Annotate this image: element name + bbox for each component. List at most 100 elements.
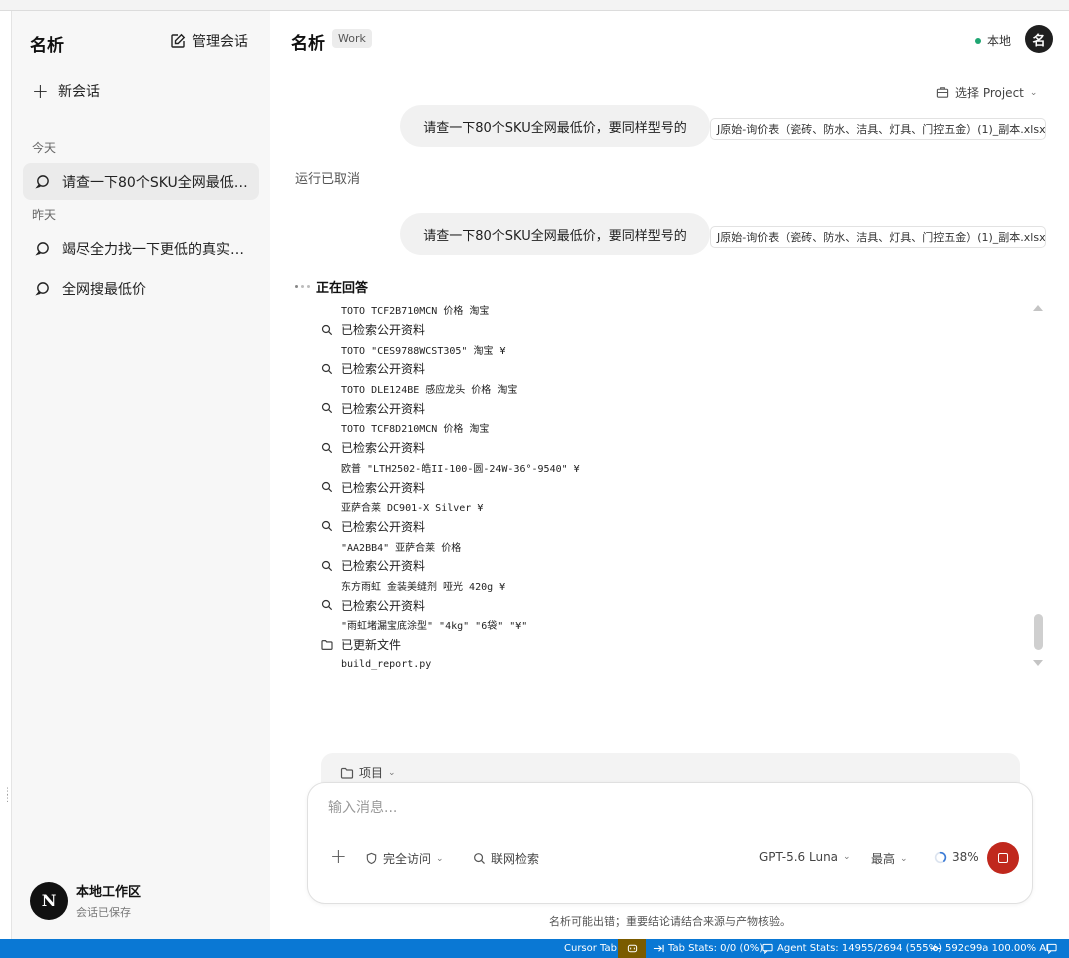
edit-icon [171, 33, 186, 48]
context-ring-icon [934, 851, 947, 863]
log-text: 已检索公开资料 [341, 598, 426, 613]
sidebar-title: 名析 [30, 36, 64, 56]
search-icon [474, 853, 485, 864]
tab-stats[interactable]: Tab Stats: 0/0 (0%) [653, 939, 763, 958]
commit-status-label: 592c99a 100.00% AI [945, 943, 1050, 954]
search-icon [321, 363, 333, 375]
log-query: 东方雨虹 金装美缝剂 哑光 420g ¥ [321, 576, 1021, 596]
scroll-up-arrow[interactable] [1033, 305, 1043, 311]
group-label-yesterday: 昨天 [32, 208, 57, 222]
log-search-step[interactable]: 已检索公开资料 [321, 595, 1021, 615]
chevron-down-icon: ⌄ [1029, 87, 1038, 98]
add-attachment-button[interactable]: + [330, 846, 347, 866]
mode-badge: Work [332, 29, 372, 48]
disclaimer: 名析可能出错；重要结论请结合来源与产物核验。 [549, 915, 791, 928]
access-mode-label: 完全访问 [383, 852, 432, 866]
log-text: "AA2BB4" 亚萨合莱 价格 [341, 542, 462, 554]
context-percent: 38% [952, 850, 979, 864]
cursor-tab-status[interactable]: Cursor Tab [564, 939, 617, 958]
chat-icon [762, 943, 773, 954]
project-tab-label: 项目 [359, 766, 384, 780]
chat-bubble-icon [35, 282, 49, 296]
activity-log: TOTO TCF2B710MCN 价格 淘宝 已检索公开资料 TOTO "CES97… [321, 300, 1021, 674]
project-select-label: 选择 Project [955, 86, 1024, 100]
scrollbar-thumb[interactable] [1034, 614, 1043, 650]
shield-icon [366, 852, 377, 865]
briefcase-icon [936, 87, 949, 98]
model-label: GPT-5.6 Luna [759, 850, 839, 864]
log-text: 已检索公开资料 [341, 519, 426, 534]
project-select[interactable]: 选择 Project ⌄ [936, 84, 1037, 101]
chat-bubble-icon [35, 242, 49, 256]
log-search-step[interactable]: 已检索公开资料 [321, 438, 1021, 458]
log-query: build_report.py [321, 654, 1021, 674]
new-chat-button[interactable]: + 新会话 [32, 81, 100, 101]
scroll-down-arrow[interactable] [1033, 660, 1043, 666]
log-text: 亚萨合莱 DC901-X Silver ¥ [341, 503, 484, 515]
plus-icon: + [32, 79, 49, 103]
log-search-step[interactable]: 已检索公开资料 [321, 556, 1021, 576]
arrow-right-icon [653, 944, 664, 953]
message-input[interactable] [328, 800, 928, 816]
effort-select[interactable]: 最高 ⌄ [871, 850, 908, 867]
sidebar-item-session[interactable]: 竭尽全力找一下更低的真实价格 [23, 230, 259, 267]
log-search-step[interactable]: 已检索公开资料 [321, 320, 1021, 340]
manage-sessions-label: 管理会话 [192, 34, 248, 50]
resize-handle[interactable]: ⋮ ⋮ [3, 788, 12, 811]
group-label-today: 今天 [32, 141, 57, 155]
commit-status[interactable]: 592c99a 100.00% AI [930, 939, 1049, 958]
commit-icon [930, 945, 941, 952]
effort-label: 最高 [871, 852, 896, 866]
attachment-chip[interactable]: J原始-询价表（瓷砖、防水、洁具、灯具、门控五金）(1)_副本.xlsx [710, 226, 1046, 248]
notifications-icon[interactable] [1046, 939, 1057, 958]
agent-stats[interactable]: Agent Stats: 14955/2694 (555%) [762, 939, 942, 958]
log-search-step[interactable]: 已检索公开资料 [321, 517, 1021, 537]
log-text: "雨虹堵漏宝底涂型" "4kg" "6袋" "¥" [341, 621, 528, 633]
log-search-step[interactable]: 已检索公开资料 [321, 477, 1021, 497]
access-mode-select[interactable]: 完全访问 ⌄ [365, 850, 444, 867]
answering-label: 正在回答 [316, 281, 369, 296]
context-usage: 38% [934, 850, 979, 864]
manage-sessions-button[interactable]: 管理会话 [170, 31, 248, 51]
page-title: 名析 [291, 34, 325, 54]
log-text: TOTO TCF8D210MCN 价格 淘宝 [341, 424, 490, 436]
log-query: 欧普 "LTH2502-皓II-100-圆-24W-36°-9540" ¥ [321, 458, 1021, 478]
workspace-name: 本地工作区 [76, 885, 142, 900]
folder-icon [321, 639, 333, 650]
sidebar-item-session[interactable]: 请查一下80个SKU全网最低价，要同样型号的 [23, 163, 259, 200]
agent-stats-label: Agent Stats: 14955/2694 (555%) [777, 943, 943, 954]
chevron-down-icon: ⌄ [843, 852, 851, 862]
sidebar: 名析 管理会话 + 新会话 今天 请查一下80个SKU全网最低价，要同样型号的 … [12, 11, 270, 939]
chevron-down-icon: ⌄ [436, 853, 444, 864]
left-gutter: ⋮ ⋮ [0, 11, 12, 939]
web-search-toggle[interactable]: 联网检索 [473, 850, 539, 867]
sidebar-item-label: 竭尽全力找一下更低的真实价格 [62, 241, 252, 258]
sidebar-item-session[interactable]: 全网搜最低价 [23, 270, 259, 307]
copilot-icon[interactable] [618, 939, 646, 958]
user-avatar[interactable]: 名 [1025, 25, 1053, 53]
log-query: TOTO "CES9788WCST305" 淘宝 ¥ [321, 339, 1021, 359]
stop-button[interactable] [987, 842, 1019, 874]
log-text: 东方雨虹 金装美缝剂 哑光 420g ¥ [341, 581, 506, 593]
log-text: 已检索公开资料 [341, 441, 426, 456]
search-icon [321, 481, 333, 493]
log-text: 已检索公开资料 [341, 480, 426, 495]
log-query: "雨虹堵漏宝底涂型" "4kg" "6袋" "¥" [321, 615, 1021, 635]
log-search-step[interactable]: 已检索公开资料 [321, 359, 1021, 379]
log-file-update[interactable]: 已更新文件 [321, 635, 1021, 655]
log-text: 欧普 "LTH2502-皓II-100-圆-24W-36°-9540" ¥ [341, 463, 580, 475]
log-query: TOTO TCF2B710MCN 价格 淘宝 [321, 300, 1021, 320]
search-icon [321, 403, 333, 414]
search-icon [321, 521, 333, 532]
model-select[interactable]: GPT-5.6 Luna ⌄ [759, 850, 851, 864]
log-text: TOTO "CES9788WCST305" 淘宝 ¥ [341, 345, 506, 357]
search-icon [321, 600, 333, 611]
loading-dots-icon [295, 285, 310, 288]
log-query: TOTO DLE124BE 感应龙头 价格 淘宝 [321, 379, 1021, 399]
log-search-step[interactable]: 已检索公开资料 [321, 398, 1021, 418]
user-message: 请查一下80个SKU全网最低价，要同样型号的 [400, 105, 710, 147]
attachment-chip[interactable]: J原始-询价表（瓷砖、防水、洁具、灯具、门控五金）(1)_副本.xlsx [710, 118, 1046, 140]
sidebar-item-label: 请查一下80个SKU全网最低价，要同样型号的 [62, 174, 252, 191]
log-query: "AA2BB4" 亚萨合莱 价格 [321, 536, 1021, 556]
web-search-label: 联网检索 [491, 852, 540, 866]
